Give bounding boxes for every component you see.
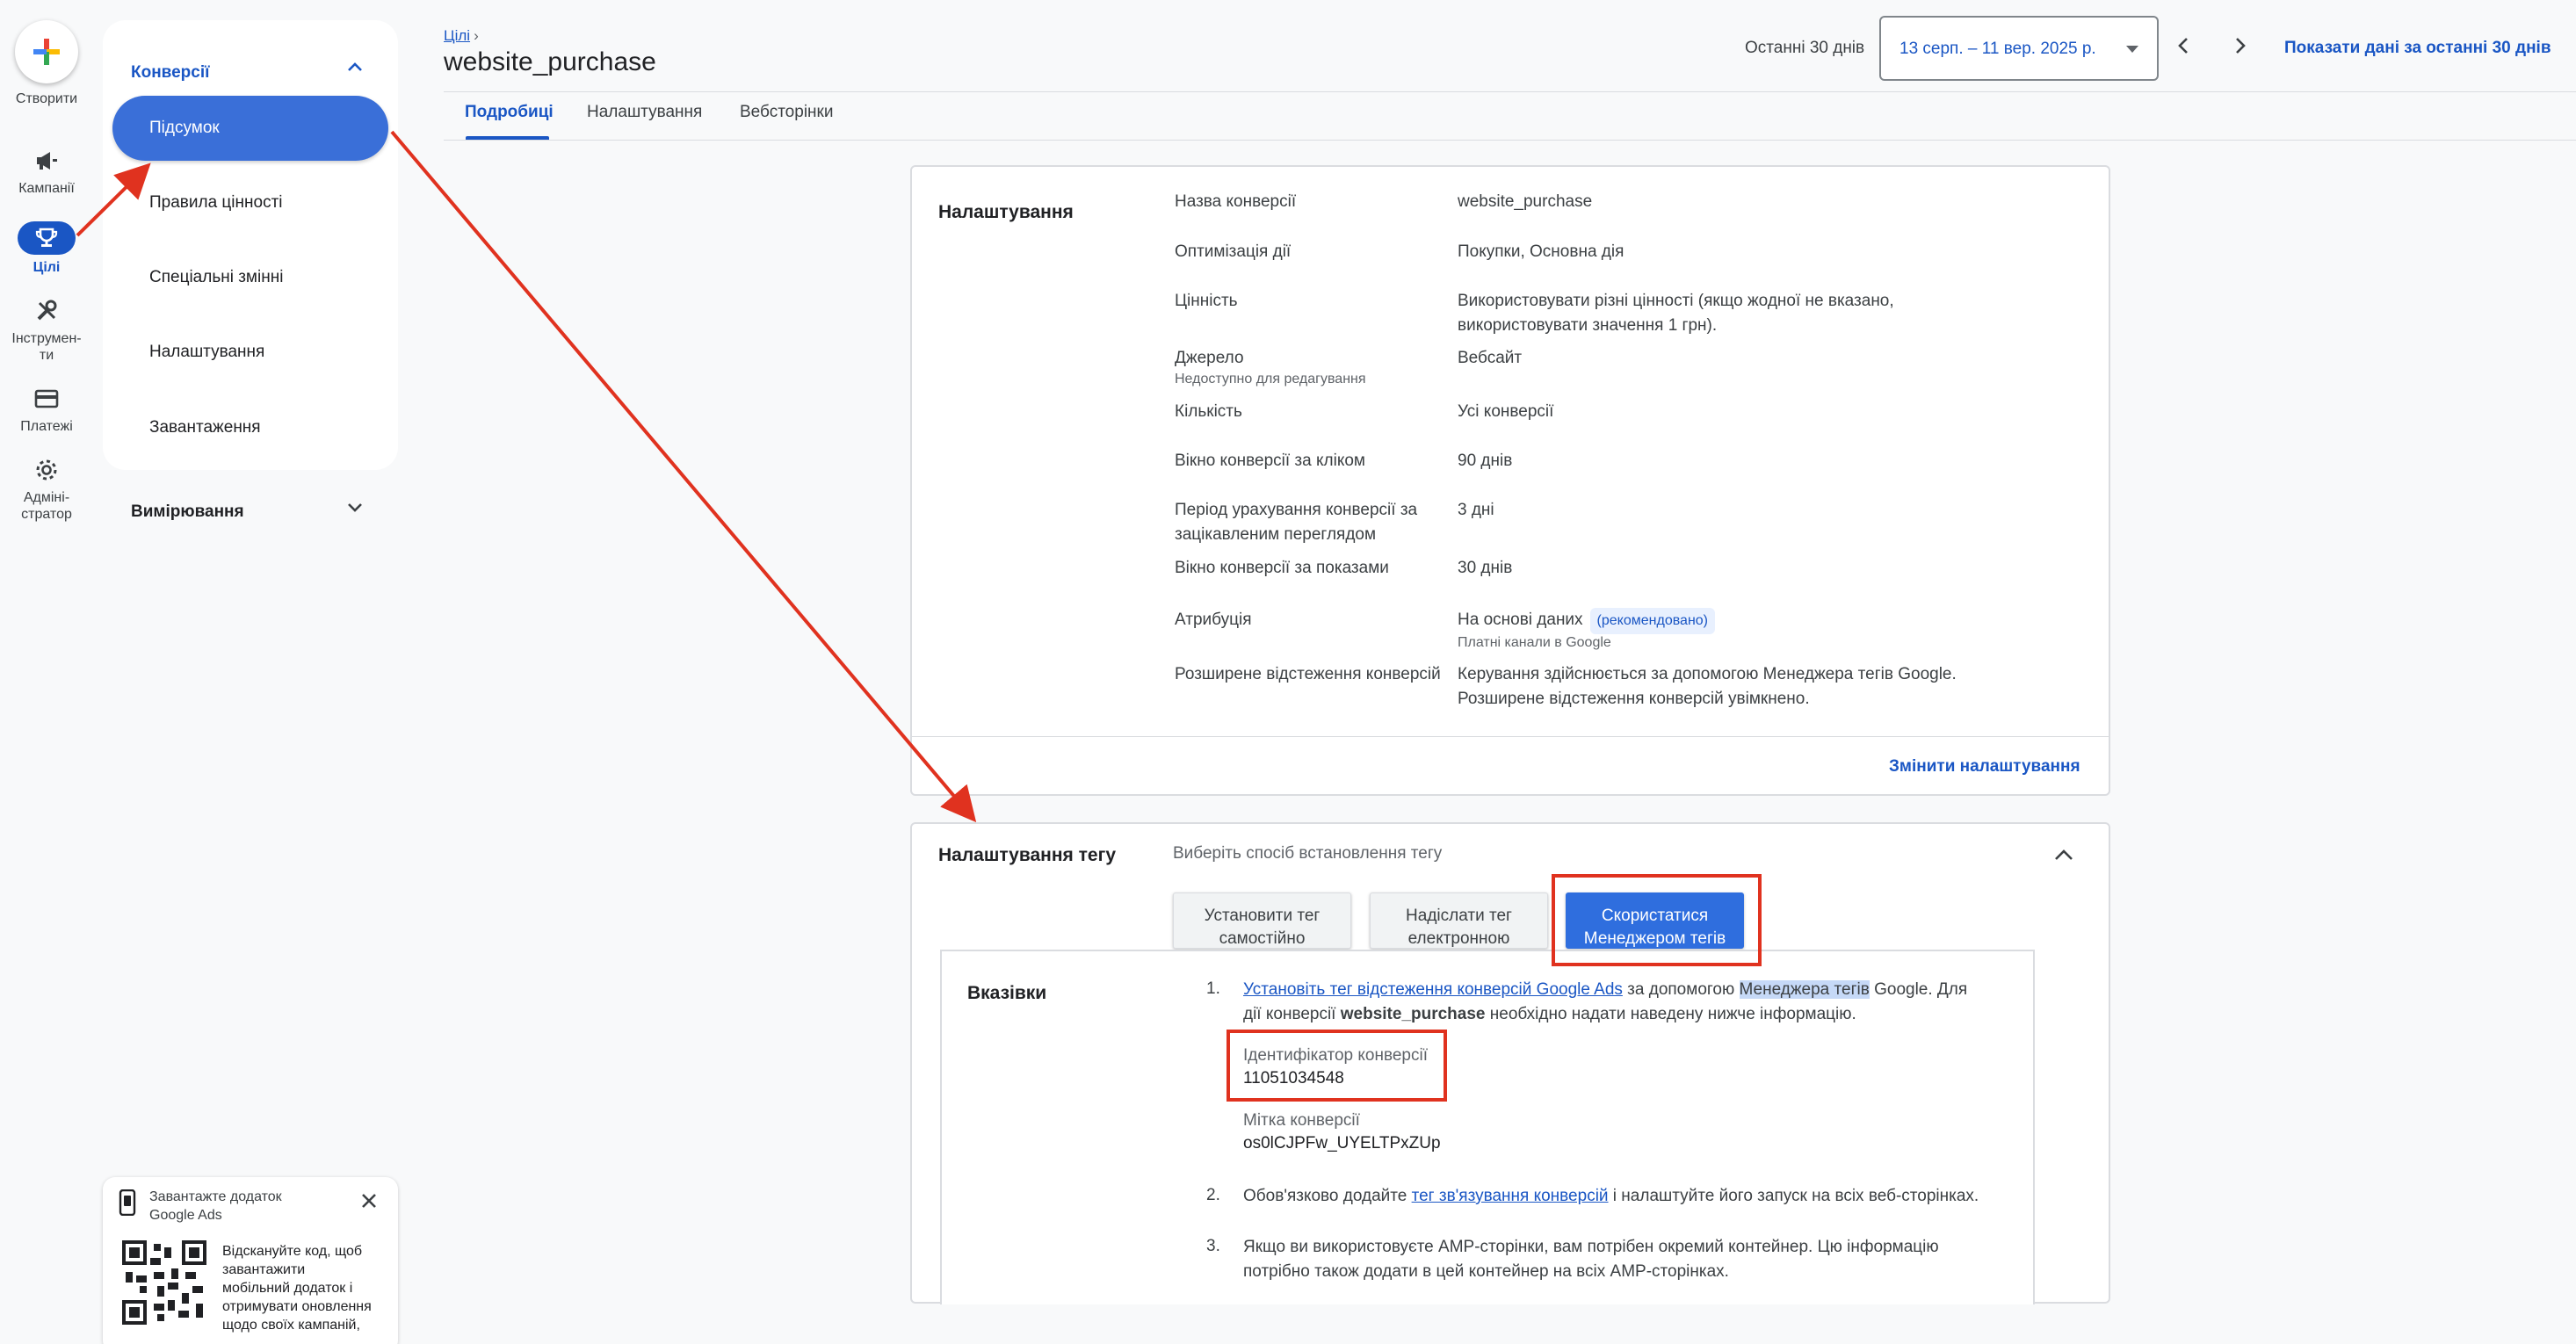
phone-icon — [119, 1189, 136, 1220]
annotation-arrows — [76, 130, 977, 823]
arrow-summary-to-tag-setup — [390, 130, 977, 823]
qr-code-icon — [122, 1240, 206, 1329]
app-promo-title: Завантажте додаток Google Ads — [149, 1189, 282, 1223]
close-icon[interactable] — [359, 1191, 379, 1215]
arrow-goals-to-summary — [76, 163, 151, 237]
app-promo-text: Відскануйте код, щоб завантажити мобільн… — [222, 1244, 372, 1333]
app-promo-card: Завантажте додаток Google Ads Відскануйт… — [103, 1177, 398, 1344]
